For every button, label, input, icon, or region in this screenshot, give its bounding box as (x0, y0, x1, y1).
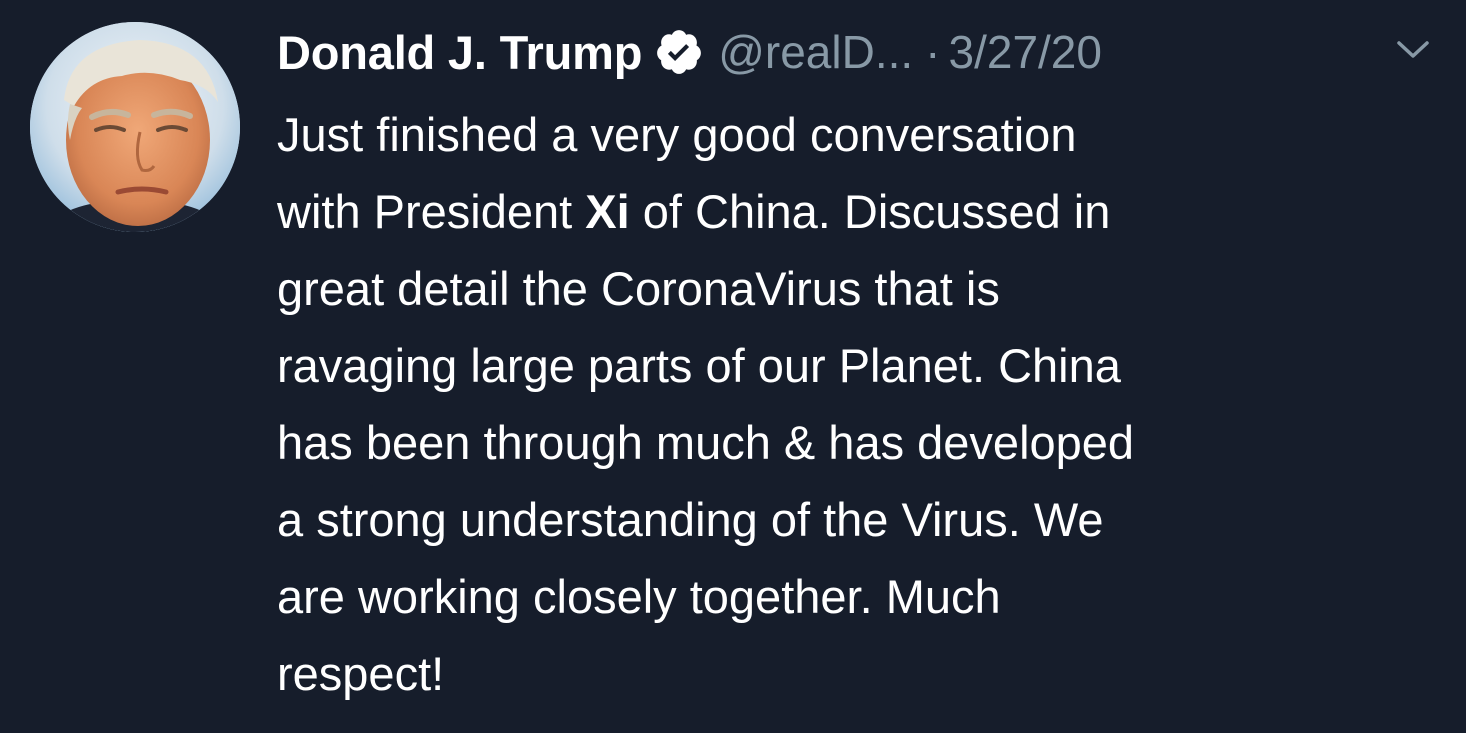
verified-badge-icon (654, 27, 704, 77)
tweet-text-line: has been through much & has developed (277, 416, 1135, 469)
chevron-down-icon[interactable] (1393, 34, 1433, 64)
tweet-text-line: great detail the CoronaVirus that is (277, 262, 1000, 315)
tweet-text-line: a strong understanding of the Virus. We (277, 493, 1104, 546)
mention-xi: Xi (585, 185, 630, 238)
tweet-text-line: Just finished a very good conversation (277, 108, 1077, 161)
separator-dot: · (925, 26, 941, 78)
display-name[interactable]: Donald J. Trump (277, 25, 642, 80)
tweet-text-line: ravaging large parts of our Planet. Chin… (277, 339, 1121, 392)
tweet-date[interactable]: 3/27/20 (949, 25, 1102, 79)
tweet-text-line: are working closely together. Much (277, 570, 1001, 623)
tweet-text-line: respect! (277, 647, 445, 700)
tweet-text-line: with President Xi of China. Discussed in (277, 185, 1111, 238)
tweet-card[interactable]: Donald J. Trump @realD... · 3/27/20 Just… (0, 0, 1466, 733)
tweet-header: Donald J. Trump @realD... · 3/27/20 (277, 24, 1102, 80)
avatar-portrait (30, 22, 240, 232)
user-handle[interactable]: @realD... (718, 25, 913, 79)
avatar[interactable] (30, 22, 240, 232)
tweet-text: Just finished a very good conversation w… (277, 96, 1447, 712)
